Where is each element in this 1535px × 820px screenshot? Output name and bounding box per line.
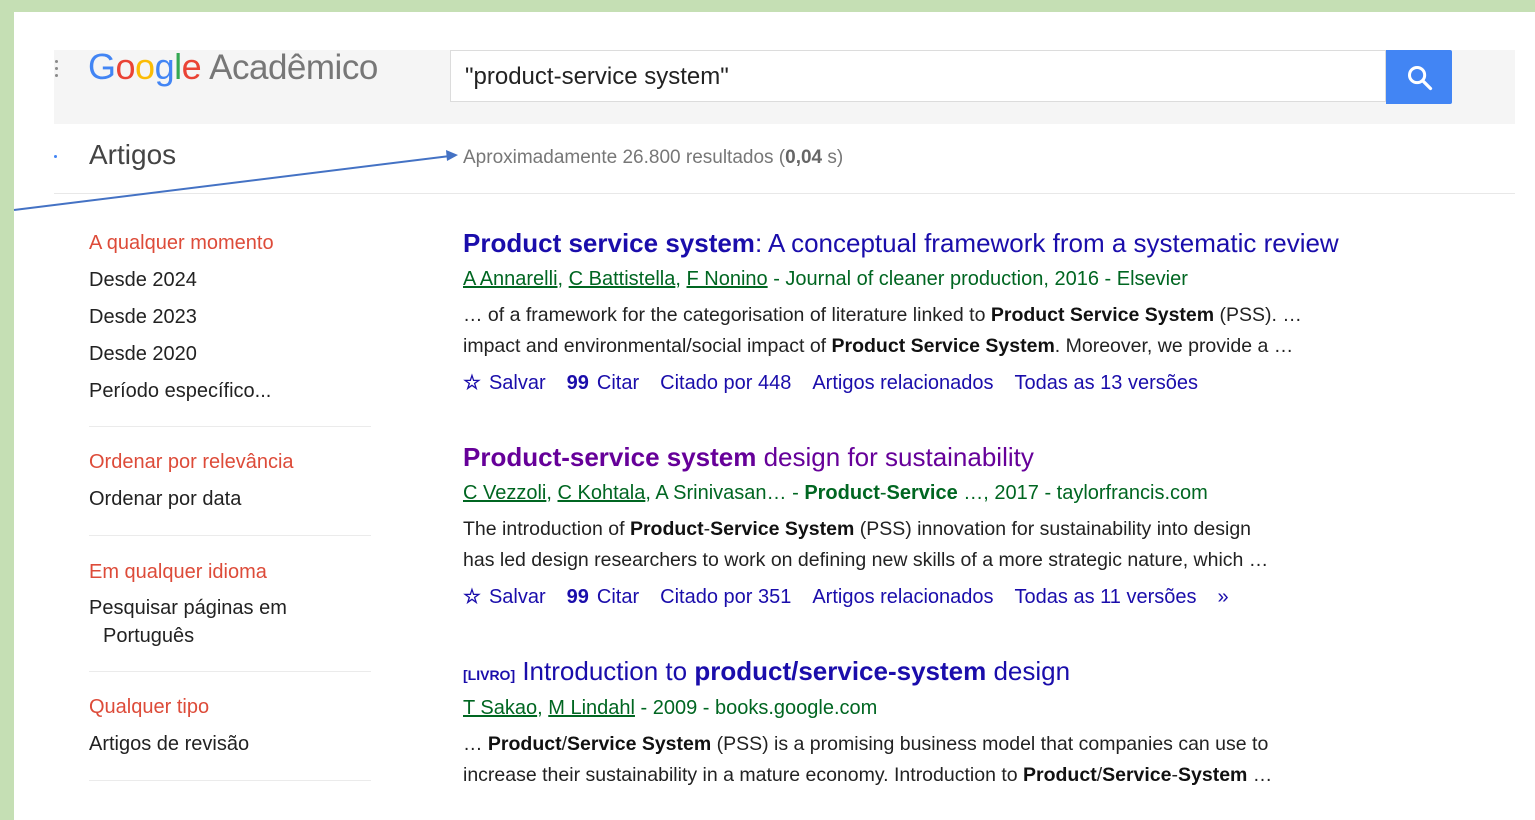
result-snippet: impact and environmental/social impact o… (463, 335, 1294, 357)
star-icon: ☆ (463, 372, 481, 394)
logo[interactable]: Google Acadêmico (88, 46, 378, 88)
result-authors: T Sakao, M Lindahl - 2009 - books.google… (463, 697, 878, 719)
star-icon: ☆ (463, 586, 481, 608)
divider (89, 780, 371, 781)
result-snippet: The introduction of Product-Service Syst… (463, 518, 1252, 540)
search-icon (1407, 65, 1433, 91)
author-link[interactable]: M Lindahl (548, 697, 635, 719)
filter-any-language[interactable]: Em qualquer idioma (89, 561, 267, 584)
filter-any-type[interactable]: Qualquer tipo (89, 696, 209, 719)
cite-button[interactable]: 99 Citar (567, 372, 639, 394)
search-button[interactable] (1386, 50, 1452, 104)
divider (89, 426, 371, 427)
filter-any-time[interactable]: A qualquer momento (89, 232, 274, 255)
author-link[interactable]: C Kohtala (558, 482, 646, 504)
related-articles-link[interactable]: Artigos relacionados (812, 586, 993, 608)
result-title[interactable]: Product service system: A conceptual fra… (463, 228, 1339, 259)
filter-portuguese-pages-line2[interactable]: Português (103, 625, 194, 648)
result-title[interactable]: Product-service system design for sustai… (463, 442, 1034, 473)
result-actions: ☆ Salvar 99 Citar Citado por 351 Artigos rela… (463, 584, 1250, 609)
result-snippet: … of a framework for the categorisation … (463, 304, 1302, 326)
result-snippet: has led design researchers to work on de… (463, 549, 1269, 571)
save-button[interactable]: ☆ Salvar (463, 372, 546, 394)
quote-icon: 99 (566, 586, 589, 608)
quote-icon: 99 (566, 372, 589, 394)
results-count: Aproximadamente 26.800 resultados (0,04 … (463, 147, 844, 168)
cited-by-link[interactable]: Citado por 351 (660, 586, 791, 608)
sort-by-relevance[interactable]: Ordenar por relevância (89, 451, 294, 474)
related-articles-link[interactable]: Artigos relacionados (812, 372, 993, 394)
section-title: Artigos (89, 139, 177, 170)
menu-icon[interactable] (50, 60, 64, 81)
cite-button[interactable]: 99 Citar (567, 586, 639, 608)
search-input[interactable]: "product-service system" (450, 50, 1386, 102)
result-snippet: increase their sustainability in a matur… (463, 764, 1273, 786)
sort-by-date[interactable]: Ordenar por data (89, 488, 241, 511)
author-link[interactable]: C Battistella (569, 268, 676, 290)
author-link[interactable]: C Vezzoli (463, 482, 546, 504)
author-link[interactable]: T Sakao (463, 697, 537, 719)
divider (89, 671, 371, 672)
result-actions: ☆ Salvar 99 Citar Citado por 448 Artigos rela… (463, 370, 1219, 395)
author-link[interactable]: A Annarelli (463, 268, 558, 290)
result-authors: A Annarelli, C Battistella, F Nonino - J… (463, 268, 1188, 290)
book-tag: [LIVRO] (463, 667, 516, 683)
filter-since-2024[interactable]: Desde 2024 (89, 269, 197, 292)
filter-since-2020[interactable]: Desde 2020 (89, 343, 197, 366)
divider (54, 193, 1515, 194)
filter-review-articles[interactable]: Artigos de revisão (89, 733, 249, 756)
all-versions-link[interactable]: Todas as 13 versões (1015, 372, 1198, 394)
all-versions-link[interactable]: Todas as 11 versões (1015, 586, 1197, 608)
result-title[interactable]: [LIVRO] Introduction to product/service-… (463, 656, 1070, 687)
dot-icon (54, 155, 57, 158)
result-authors: C Vezzoli, C Kohtala, A Srinivasan… - Pr… (463, 482, 1208, 504)
filter-since-2023[interactable]: Desde 2023 (89, 306, 197, 329)
filter-custom-range[interactable]: Período específico... (89, 380, 271, 403)
more-icon[interactable]: » (1218, 586, 1229, 608)
author-link[interactable]: F Nonino (686, 268, 767, 290)
filter-portuguese-pages[interactable]: Pesquisar páginas em (89, 597, 287, 620)
save-button[interactable]: ☆ Salvar (463, 586, 546, 608)
divider (89, 535, 371, 536)
cited-by-link[interactable]: Citado por 448 (660, 372, 791, 394)
result-snippet: … Product/Service System (PSS) is a prom… (463, 733, 1269, 755)
